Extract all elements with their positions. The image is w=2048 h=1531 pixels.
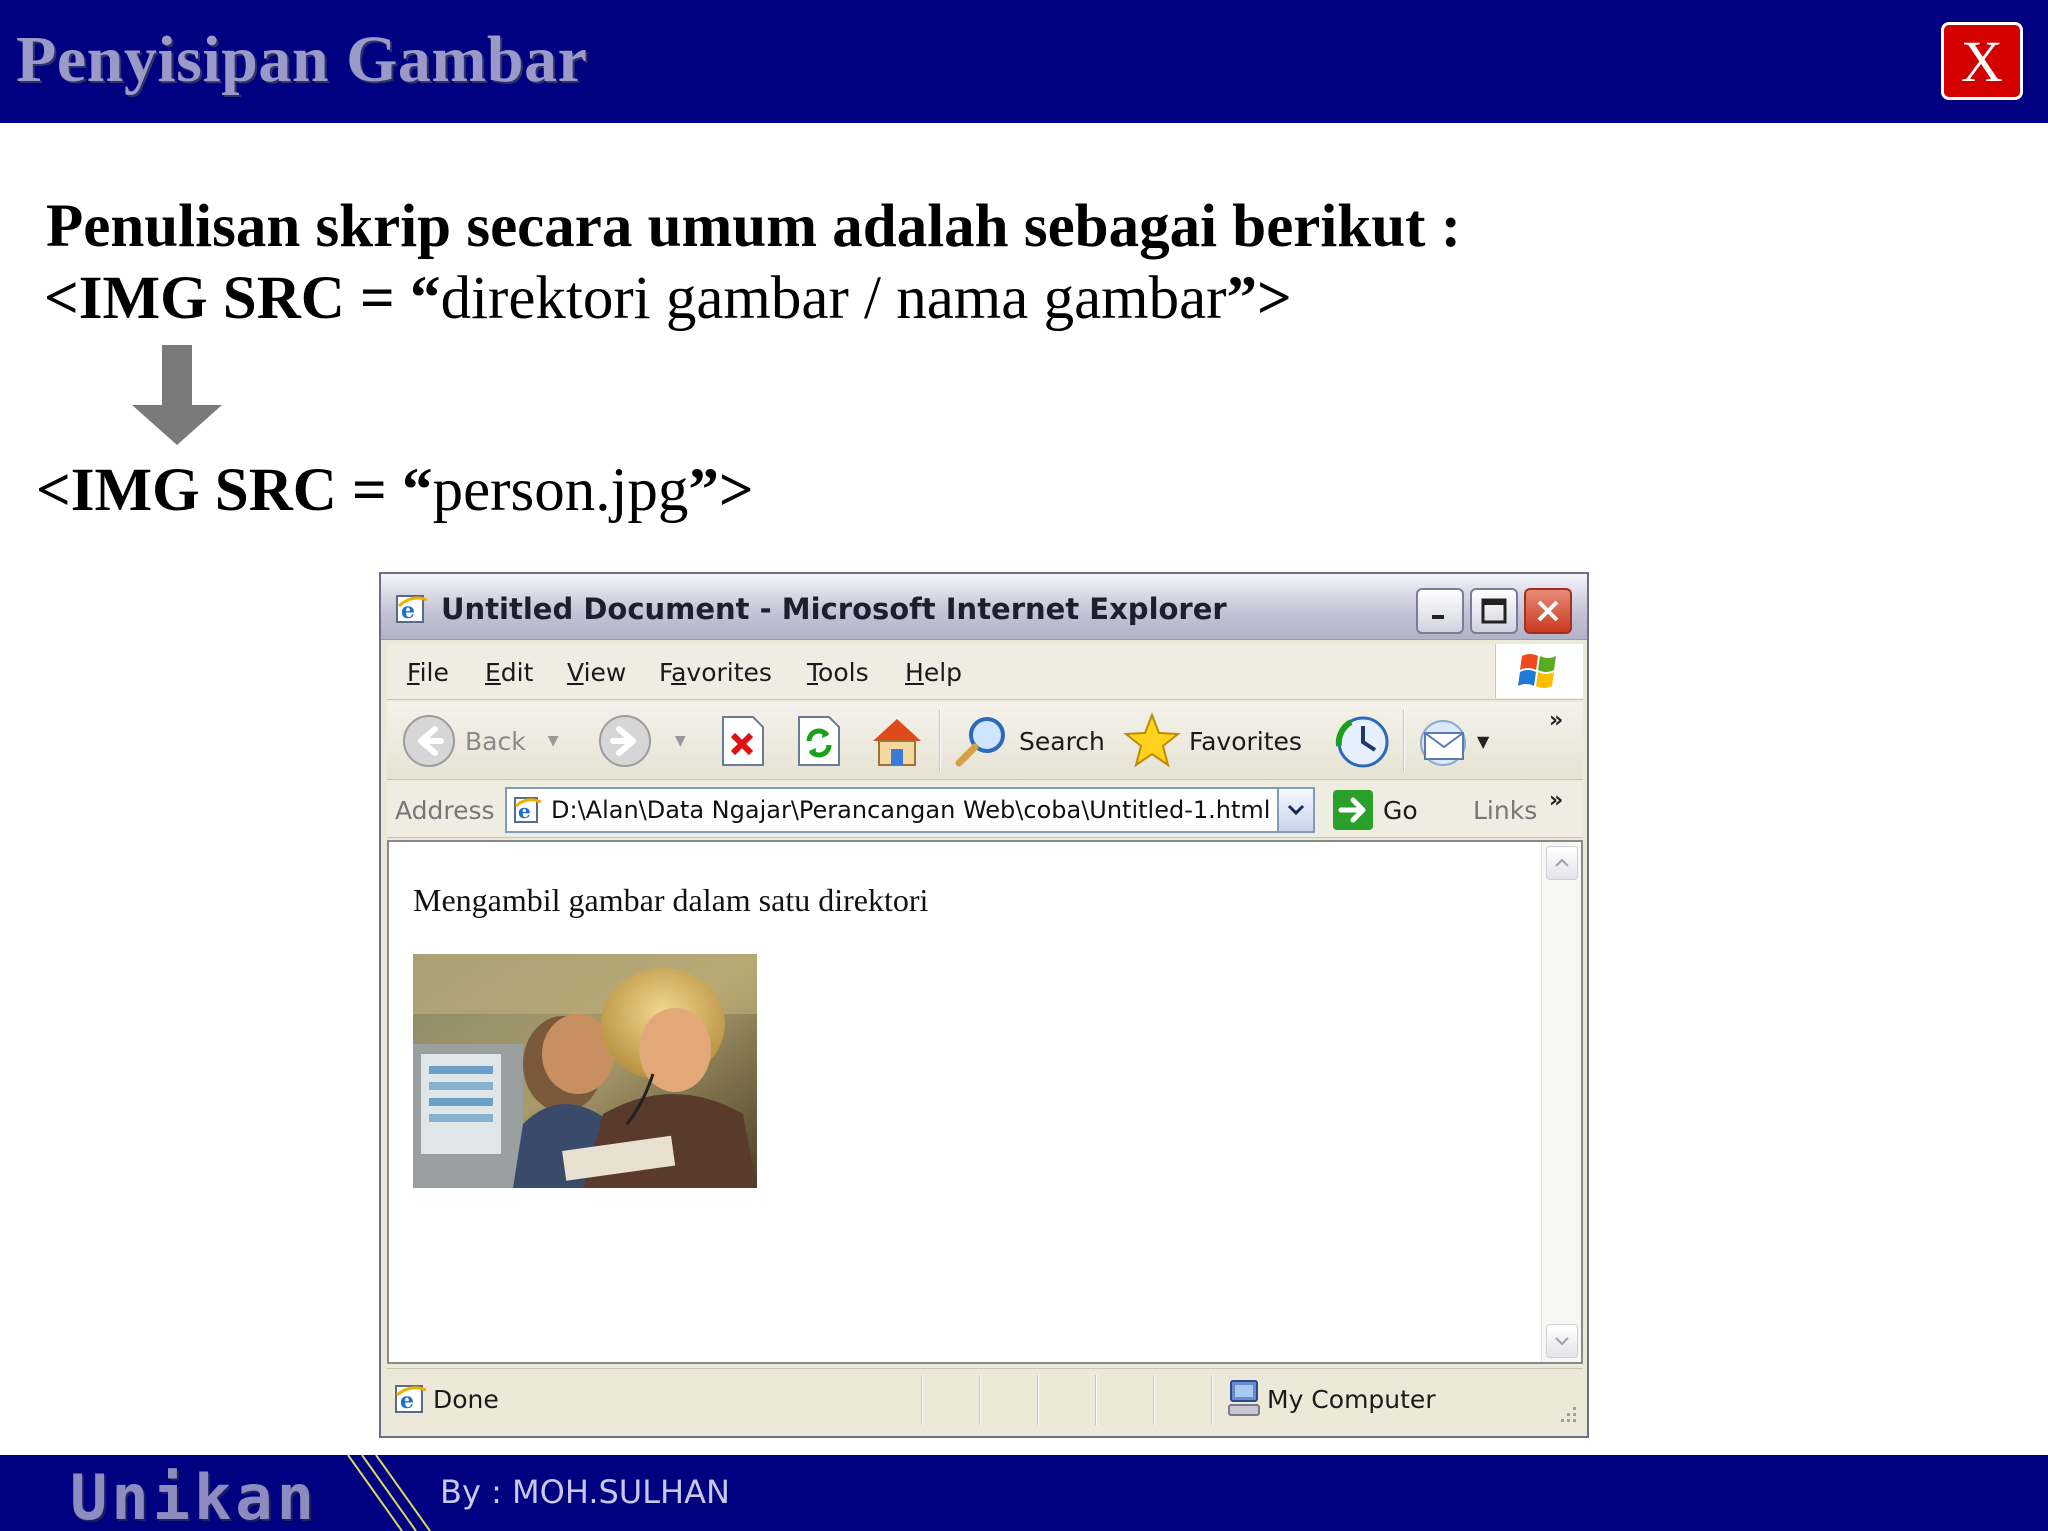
vertical-scrollbar[interactable] — [1541, 842, 1581, 1362]
chevron-down-icon — [1555, 1337, 1569, 1346]
favorites-button[interactable]: Favorites — [1123, 712, 1302, 770]
status-divider — [1211, 1375, 1213, 1425]
status-divider — [1153, 1375, 1155, 1425]
minimize-icon — [1432, 615, 1444, 619]
menu-bar: File Edit View Favorites Tools Help — [387, 644, 1583, 700]
status-ie-icon: e — [395, 1385, 427, 1414]
window-close-button[interactable] — [1524, 588, 1572, 634]
chevron-down-icon — [1287, 804, 1305, 816]
back-label: Back — [465, 726, 526, 756]
scroll-down-button[interactable] — [1546, 1324, 1578, 1358]
browser-title: Untitled Document - Microsoft Internet E… — [441, 592, 1227, 626]
refresh-button[interactable] — [793, 712, 845, 770]
example-end: ”> — [688, 457, 754, 524]
maximize-button[interactable] — [1470, 588, 1518, 634]
status-divider — [921, 1375, 923, 1425]
person-image — [413, 954, 757, 1188]
example-tag: <IMG SRC = “ — [36, 457, 433, 524]
minimize-button[interactable] — [1416, 588, 1464, 634]
mail-button[interactable]: ▼ — [1417, 712, 1489, 770]
go-label: Go — [1383, 795, 1418, 825]
my-computer-icon — [1228, 1380, 1260, 1416]
home-button[interactable] — [867, 712, 927, 770]
chevron-up-icon — [1555, 858, 1569, 867]
forward-dropdown-icon[interactable]: ▼ — [675, 733, 686, 749]
status-divider — [1095, 1375, 1097, 1425]
menu-view[interactable]: View — [567, 658, 626, 687]
status-bar: e Done My Computer — [387, 1368, 1583, 1432]
toolbar-separator — [939, 710, 941, 772]
go-button[interactable]: Go — [1331, 788, 1418, 832]
footer-brand: Unikan — [70, 1461, 318, 1531]
stop-icon — [722, 716, 764, 766]
status-divider — [1037, 1375, 1039, 1425]
maximize-icon — [1481, 598, 1507, 624]
person-photo — [413, 954, 757, 1188]
standard-toolbar: Back ▼ ▼ Search Favorites ▼ » — [387, 702, 1583, 780]
resize-grip-icon[interactable] — [1553, 1403, 1579, 1429]
address-dropdown[interactable] — [1277, 787, 1315, 833]
links-button[interactable]: Links — [1473, 796, 1537, 825]
toolbar-chevron-icon[interactable]: » — [1549, 708, 1563, 733]
refresh-icon — [798, 716, 840, 766]
history-icon — [1335, 716, 1389, 768]
syntax-end: ”> — [1226, 265, 1292, 332]
home-icon — [873, 719, 921, 766]
down-arrow-icon — [132, 345, 222, 445]
links-chevron-icon[interactable]: » — [1549, 788, 1563, 813]
slide-title: Penyisipan Gambar — [16, 23, 588, 96]
page-ie-icon: e — [514, 797, 542, 823]
favorites-icon — [1123, 712, 1181, 768]
mail-icon — [1420, 720, 1466, 766]
search-button[interactable]: Search — [953, 712, 1105, 770]
address-bar: Address e D:\Alan\Data Ngajar\Perancanga… — [387, 782, 1583, 838]
menu-favorites[interactable]: Favorites — [659, 658, 772, 687]
forward-icon — [599, 715, 651, 767]
status-divider — [979, 1375, 981, 1425]
menu-file[interactable]: File — [407, 658, 449, 687]
intro-text: Penulisan skrip secara umum adalah sebag… — [46, 193, 1462, 260]
menu-tools[interactable]: Tools — [807, 658, 869, 687]
browser-window: e Untitled Document - Microsoft Internet… — [379, 572, 1589, 1438]
example-value: person.jpg — [432, 457, 689, 524]
close-icon — [1537, 600, 1559, 622]
search-label: Search — [1019, 726, 1105, 756]
footer-stripes — [347, 1455, 431, 1531]
toolbar-separator — [1403, 710, 1405, 772]
footer-author: By : MOH.SULHAN — [440, 1473, 730, 1511]
back-button[interactable]: Back ▼ — [401, 712, 558, 770]
page-viewport: Mengambil gambar dalam satu direktori — [387, 840, 1583, 1364]
go-arrow-icon — [1333, 790, 1373, 830]
syntax-tag: <IMG SRC = “ — [44, 265, 441, 332]
scroll-up-button[interactable] — [1546, 846, 1578, 880]
status-text: Done — [433, 1385, 499, 1414]
syntax-generic: <IMG SRC = “direktori gambar / nama gamb… — [44, 264, 1292, 334]
windows-logo — [1495, 644, 1583, 698]
slide-close-button[interactable]: X — [1941, 22, 2023, 100]
address-value: D:\Alan\Data Ngajar\Perancangan Web\coba… — [551, 796, 1271, 824]
syntax-example: <IMG SRC = “person.jpg”> — [36, 456, 754, 526]
slide-footer: Unikan By : MOH.SULHAN — [0, 1455, 2048, 1531]
syntax-value: direktori gambar / nama gambar — [440, 265, 1227, 332]
back-icon — [403, 715, 455, 767]
windows-logo-icon — [1518, 654, 1556, 688]
menu-edit[interactable]: Edit — [485, 658, 533, 687]
address-label: Address — [395, 796, 495, 825]
slide-header: Penyisipan Gambar X — [0, 0, 2048, 123]
status-zone: My Computer — [1267, 1385, 1436, 1414]
ie-icon: e — [396, 595, 428, 624]
stop-button[interactable] — [717, 712, 769, 770]
mail-dropdown-icon[interactable]: ▼ — [1477, 732, 1489, 751]
search-icon — [955, 717, 1005, 767]
back-dropdown-icon[interactable]: ▼ — [548, 733, 559, 749]
forward-button[interactable]: ▼ — [597, 712, 686, 770]
page-text: Mengambil gambar dalam satu direktori — [413, 882, 929, 918]
history-button[interactable] — [1333, 712, 1391, 770]
menu-help[interactable]: Help — [905, 658, 962, 687]
browser-titlebar[interactable]: e Untitled Document - Microsoft Internet… — [381, 574, 1587, 640]
favorites-label: Favorites — [1189, 726, 1302, 756]
address-input[interactable]: e D:\Alan\Data Ngajar\Perancangan Web\co… — [505, 787, 1311, 833]
